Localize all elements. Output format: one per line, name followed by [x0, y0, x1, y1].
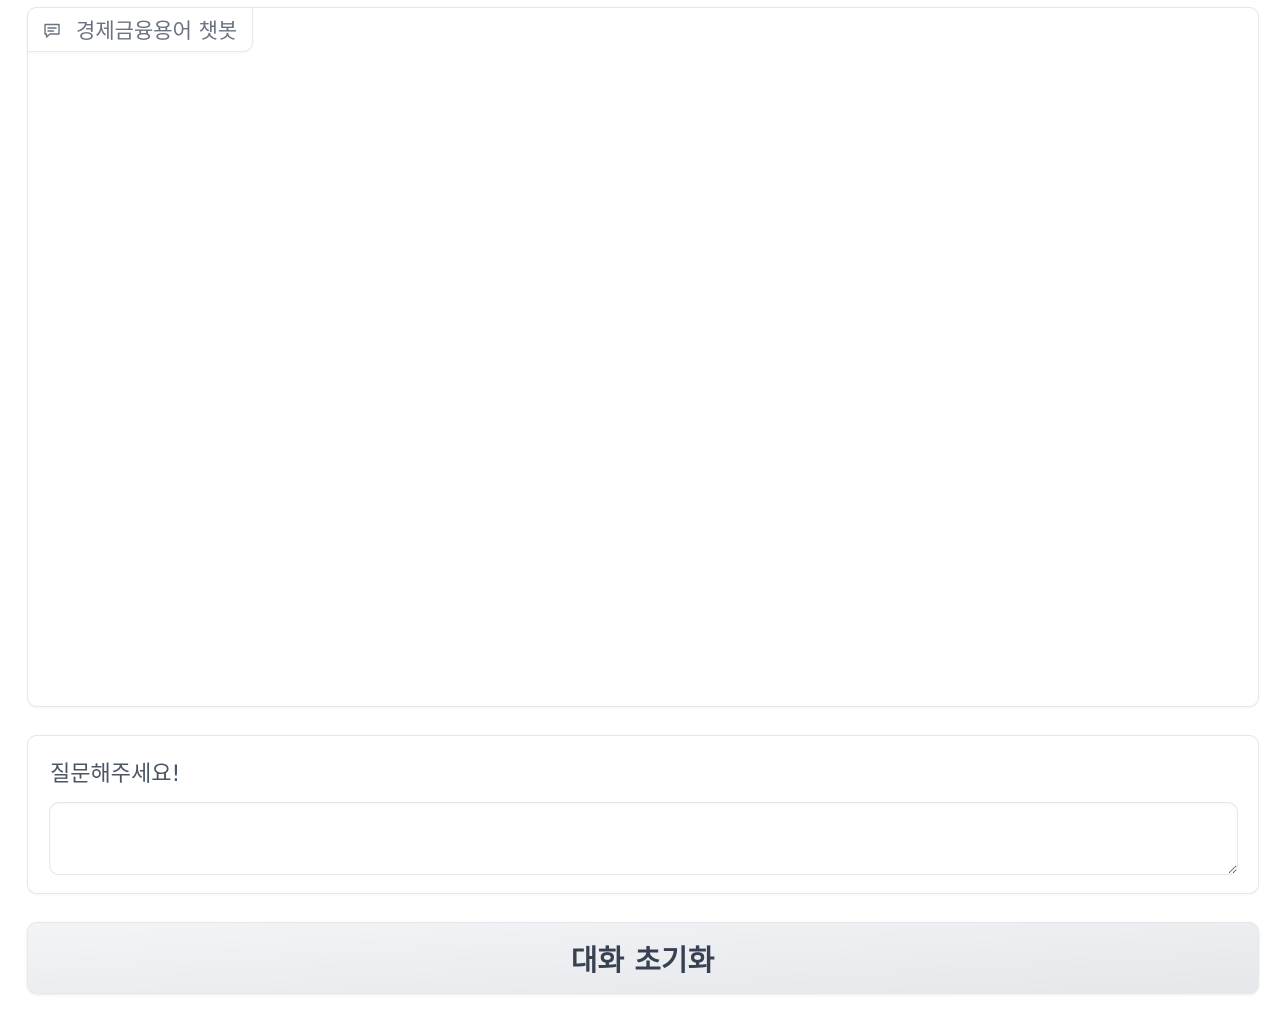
reset-conversation-button[interactable]: 대화 초기화	[27, 922, 1259, 994]
question-input-panel: 질문해주세요!	[27, 735, 1259, 894]
chatbot-title: 경제금융용어 챗봇	[76, 18, 238, 43]
question-input[interactable]	[49, 802, 1238, 875]
chatbot-panel: 경제금융용어 챗봇	[27, 7, 1259, 707]
chatbot-label: 경제금융용어 챗봇	[27, 7, 254, 52]
chat-messages-area[interactable]	[28, 52, 1258, 706]
chat-bubble-icon	[42, 21, 62, 41]
question-input-label: 질문해주세요!	[50, 762, 181, 787]
